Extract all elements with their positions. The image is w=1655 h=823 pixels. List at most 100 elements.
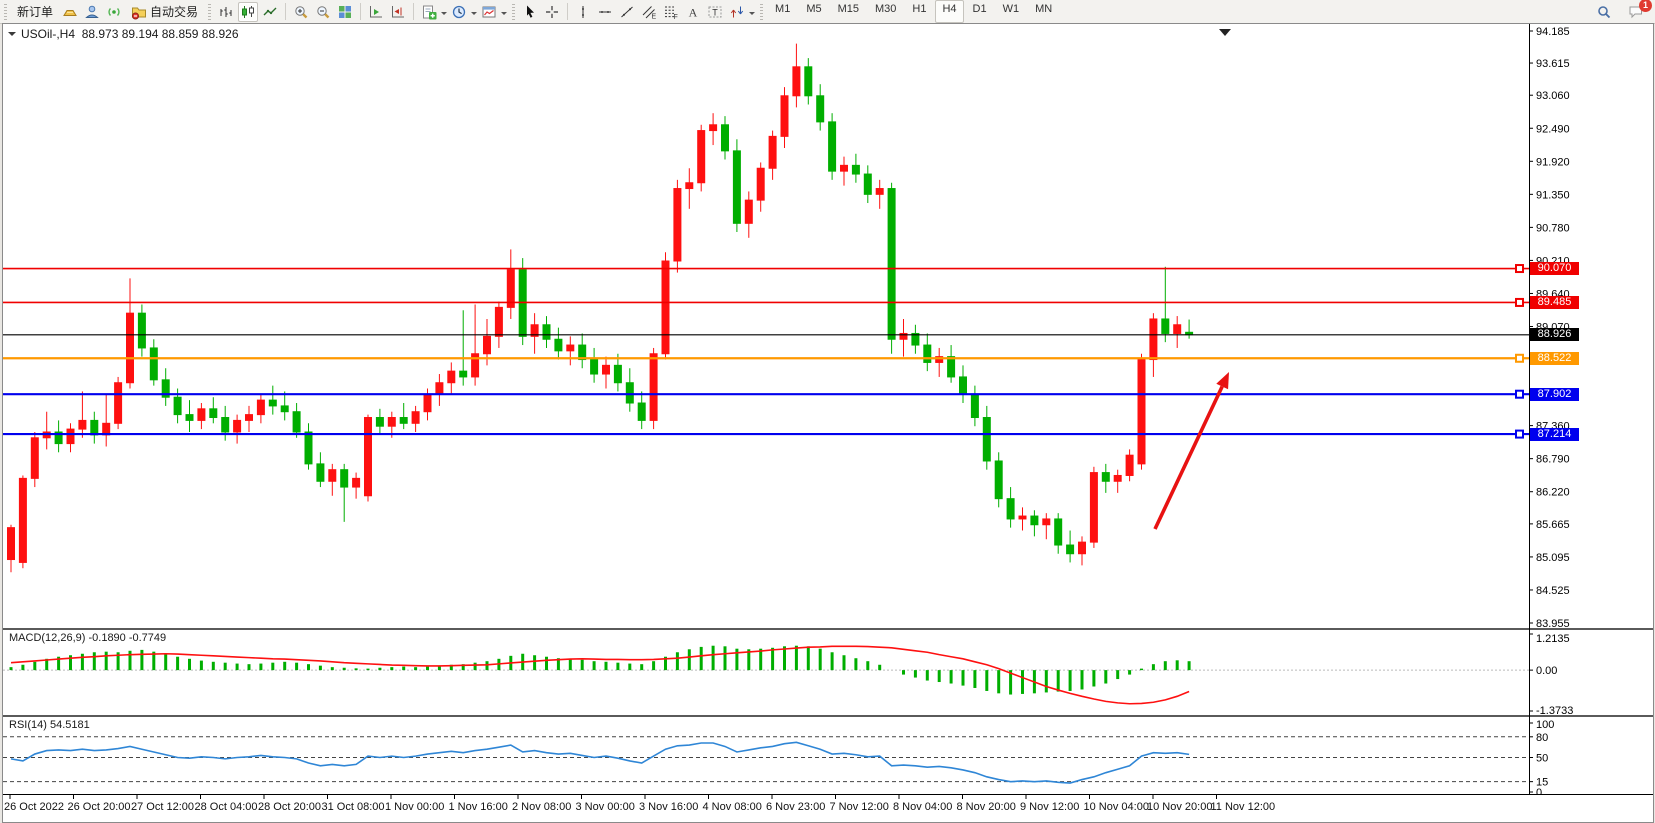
toolbar-grip[interactable]	[208, 4, 211, 20]
search-icon	[1596, 4, 1612, 20]
auto-scroll-glyph	[368, 4, 384, 20]
indicators-button[interactable]	[419, 2, 439, 22]
chevron-down-icon[interactable]	[749, 12, 755, 18]
chevron-down-icon[interactable]	[441, 12, 447, 18]
time-axis-label: 10 Nov 04:00	[1084, 801, 1149, 813]
price-badge: 87.214	[1530, 428, 1579, 441]
search-button[interactable]	[1594, 2, 1614, 22]
gold-bar-icon[interactable]	[60, 2, 80, 22]
svg-text:E: E	[652, 13, 657, 20]
timeframe-h4-button[interactable]: H4	[935, 0, 963, 23]
annotation-arrow	[1155, 386, 1222, 529]
candlestick-chart-glyph	[240, 4, 256, 20]
horizontal-line-button[interactable]	[595, 2, 615, 22]
vertical-line-button[interactable]	[573, 2, 593, 22]
time-axis[interactable]: 26 Oct 202226 Oct 20:0027 Oct 12:0028 Oc…	[3, 794, 1654, 822]
price-tick-label: 94.185	[1536, 26, 1570, 38]
price-tick-label: 83.955	[1536, 618, 1570, 628]
timeframe-h1-button[interactable]: H1	[905, 0, 933, 23]
bar-chart-button[interactable]	[216, 2, 236, 22]
time-axis-label: 27 Oct 12:00	[131, 801, 194, 813]
autotrading-label: 自动交易	[150, 3, 198, 20]
candlestick-chart-button[interactable]	[238, 2, 258, 22]
fibonacci-button[interactable]: F	[661, 2, 681, 22]
one-click-trading-icon[interactable]	[8, 32, 16, 40]
templates-button[interactable]	[479, 2, 499, 22]
cursor-button[interactable]	[520, 2, 540, 22]
price-tick-label: 85.665	[1536, 519, 1570, 531]
price-tick-label: 91.920	[1536, 156, 1570, 168]
gold-bar-icon-glyph	[62, 4, 78, 20]
time-axis-label: 1 Nov 00:00	[385, 801, 444, 813]
fibonacci-glyph: F	[663, 4, 679, 20]
timeframe-mn-button[interactable]: MN	[1028, 0, 1059, 23]
level-marker	[1516, 431, 1523, 438]
chart-title: USOil-,H4 88.973 89.194 88.859 88.926	[8, 27, 239, 41]
macd-scale-label: 1.2135	[1536, 633, 1570, 645]
price-badge: 90.070	[1530, 262, 1579, 275]
equidistant-channel-button[interactable]: E	[639, 2, 659, 22]
price-pane[interactable]: 94.18593.61593.06092.49091.92091.35090.7…	[3, 24, 1654, 628]
chevron-down-icon[interactable]	[471, 12, 477, 18]
timeframe-m30-button[interactable]: M30	[868, 0, 903, 23]
candles-layer	[8, 44, 1193, 573]
toolbar-grip[interactable]	[512, 4, 515, 20]
accounts-icon-glyph	[84, 4, 100, 20]
accounts-icon[interactable]	[82, 2, 102, 22]
periods-button[interactable]	[449, 2, 469, 22]
new-order-button[interactable]: 新订单	[11, 0, 59, 23]
chart-window[interactable]: 94.18593.61593.06092.49091.92091.35090.7…	[2, 23, 1654, 823]
auto-scroll-button[interactable]	[366, 2, 386, 22]
price-chart-canvas: 94.18593.61593.06092.49091.92091.35090.7…	[3, 24, 1654, 628]
chart-shift-button[interactable]	[388, 2, 408, 22]
macd-name: MACD(12,26,9)	[9, 632, 85, 644]
price-badge: 89.485	[1530, 296, 1579, 309]
chevron-down-icon[interactable]	[501, 12, 507, 18]
price-tick-label: 92.490	[1536, 123, 1570, 135]
price-tick-label: 86.220	[1536, 487, 1570, 499]
toolbar-grip[interactable]	[760, 4, 763, 20]
notifications-button[interactable]: 1	[1626, 2, 1646, 22]
arrows-button[interactable]	[727, 2, 747, 22]
timeframe-m5-button[interactable]: M5	[799, 0, 828, 23]
timeframe-m15-button[interactable]: M15	[831, 0, 866, 23]
templates-glyph	[481, 4, 497, 20]
time-axis-label: 8 Nov 04:00	[893, 801, 952, 813]
zoom-out-button[interactable]	[313, 2, 333, 22]
rsi-line	[11, 742, 1189, 783]
rsi-value: 54.5181	[50, 719, 90, 731]
macd-scale-label: -1.3733	[1536, 705, 1573, 715]
line-chart-button[interactable]	[260, 2, 280, 22]
text-label-button[interactable]: T	[705, 2, 725, 22]
macd-values: -0.1890 -0.7749	[88, 632, 166, 644]
rsi-label: RSI(14) 54.5181	[9, 719, 90, 731]
chart-ohlc-values: 88.973 89.194 88.859 88.926	[82, 27, 239, 41]
time-axis-label: 26 Oct 2022	[4, 801, 64, 813]
macd-canvas: 1.21350.00-1.3733	[3, 628, 1654, 715]
time-axis-label: 3 Nov 16:00	[639, 801, 698, 813]
tile-windows-button[interactable]	[335, 2, 355, 22]
rsi-name: RSI(14)	[9, 719, 47, 731]
signal-icon[interactable]	[104, 2, 124, 22]
autotrading-button[interactable]: 自动交易	[125, 0, 204, 23]
svg-text:T: T	[712, 7, 718, 17]
zoom-in-button[interactable]	[291, 2, 311, 22]
macd-pane[interactable]: 1.21350.00-1.3733	[3, 628, 1654, 715]
text-button[interactable]: A	[683, 2, 703, 22]
toolbar-separator	[285, 3, 286, 20]
trendline-button[interactable]	[617, 2, 637, 22]
toolbar-grip[interactable]	[4, 4, 7, 20]
timeframe-d1-button[interactable]: D1	[966, 0, 994, 23]
price-tick-label: 91.350	[1536, 189, 1570, 201]
level-marker	[1516, 265, 1523, 272]
rsi-pane[interactable]: 1008050150	[3, 715, 1654, 794]
price-tick-label: 84.525	[1536, 585, 1570, 597]
timeframe-m1-button[interactable]: M1	[768, 0, 797, 23]
price-tick-label: 93.060	[1536, 90, 1570, 102]
timeframe-w1-button[interactable]: W1	[996, 0, 1027, 23]
text-glyph: A	[685, 4, 701, 20]
crosshair-button[interactable]	[542, 2, 562, 22]
level-marker	[1516, 355, 1523, 362]
level-marker	[1516, 391, 1523, 398]
horizontal-line-glyph	[597, 4, 613, 20]
